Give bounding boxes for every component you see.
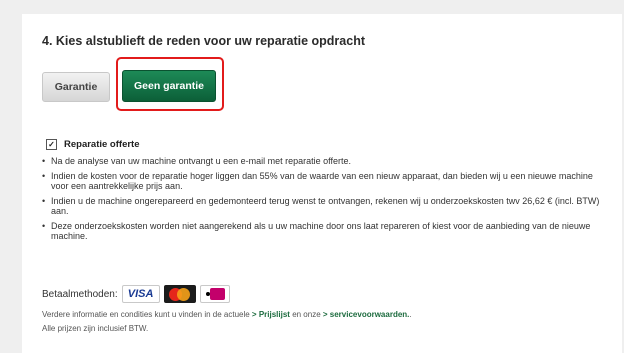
info-line-2: Alle prijzen zijn inclusief BTW. bbox=[42, 324, 149, 333]
reparatie-offerte-heading: ✓ Reparatie offerte bbox=[46, 139, 140, 150]
info-line-1: Verdere informatie en condities kunt u v… bbox=[42, 310, 412, 319]
mastercard-logo bbox=[163, 285, 196, 303]
visa-logo: VISA bbox=[121, 285, 160, 303]
list-item: Na de analyse van uw machine ontvangt u … bbox=[42, 156, 612, 167]
list-item: Indien u de machine ongerepareerd en ged… bbox=[42, 196, 612, 217]
geen-garantie-button[interactable]: Geen garantie bbox=[122, 70, 216, 102]
payment-methods-label: Betaalmethoden: bbox=[42, 288, 118, 300]
ideal-logo bbox=[199, 285, 230, 303]
garantie-button[interactable]: Garantie bbox=[42, 72, 110, 102]
offerte-label: Reparatie offerte bbox=[64, 139, 140, 150]
prijslijst-link[interactable]: > Prijslijst bbox=[252, 310, 290, 319]
offerte-checkbox[interactable]: ✓ bbox=[46, 139, 57, 150]
offerte-details-list: Na de analyse van uw machine ontvangt u … bbox=[42, 156, 612, 246]
servicevoorwaarden-link[interactable]: > servicevoorwaarden. bbox=[323, 310, 410, 319]
section-title: 4. Kies alstublieft de reden voor uw rep… bbox=[42, 34, 365, 48]
payment-methods-row: Betaalmethoden: VISA bbox=[42, 285, 234, 303]
repair-reason-panel: 4. Kies alstublieft de reden voor uw rep… bbox=[22, 14, 622, 353]
list-item: Deze onderzoekskosten worden niet aanger… bbox=[42, 221, 612, 242]
list-item: Indien de kosten voor de reparatie hoger… bbox=[42, 171, 612, 192]
info-text: Verdere informatie en condities kunt u v… bbox=[42, 308, 612, 336]
